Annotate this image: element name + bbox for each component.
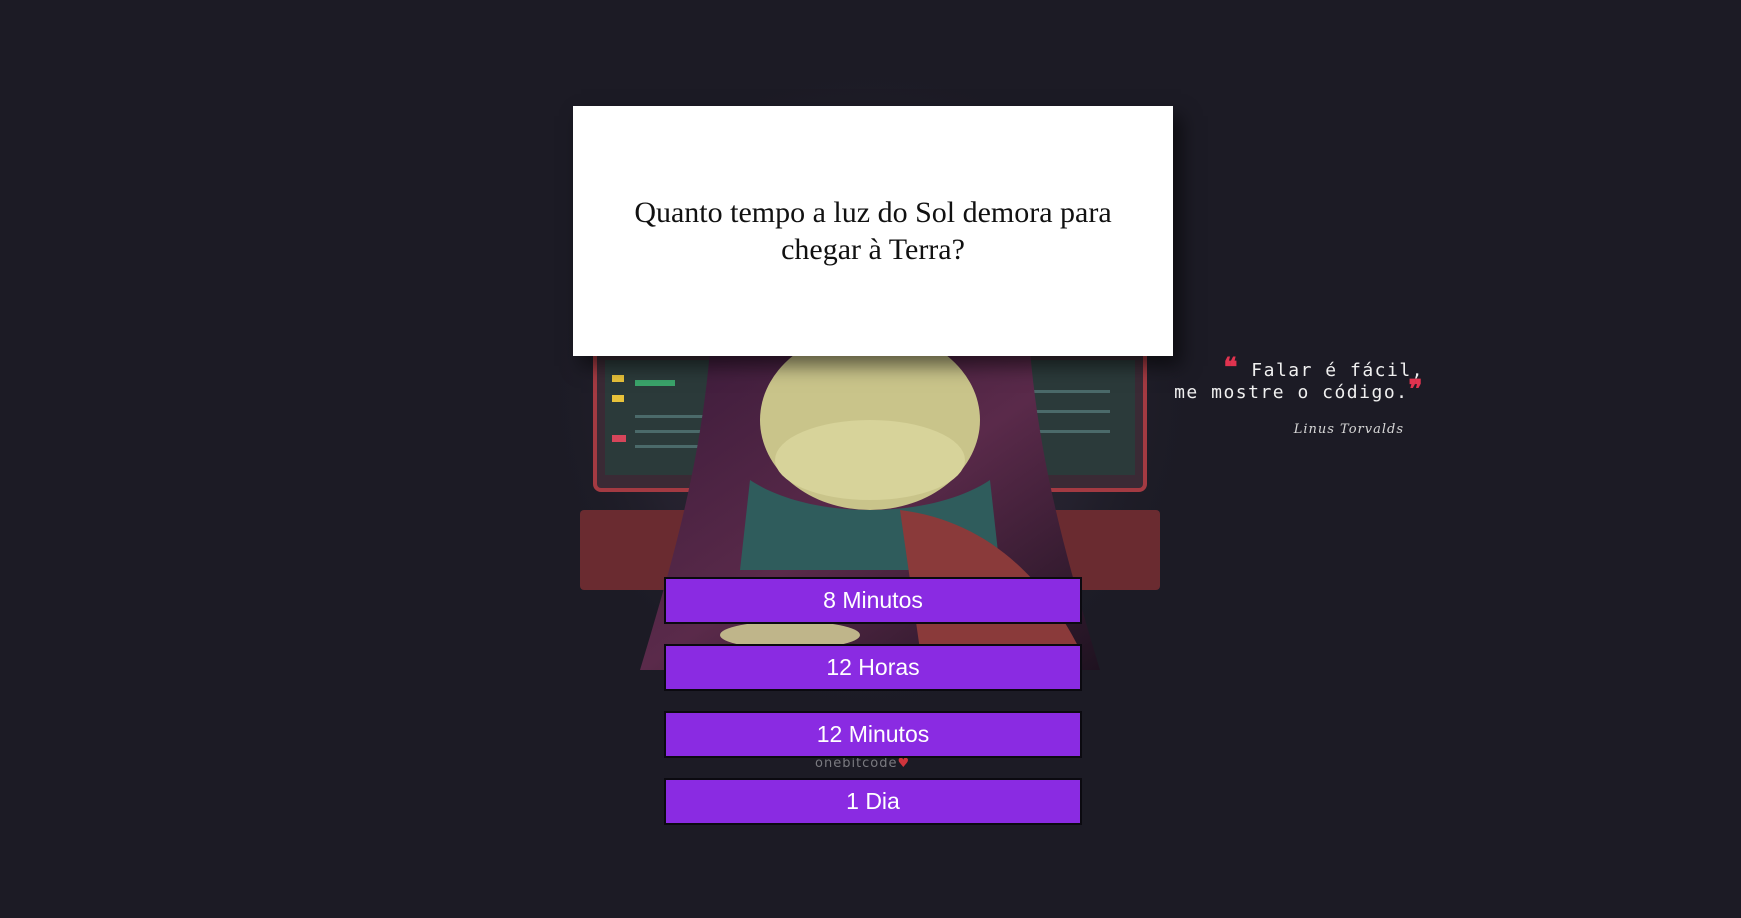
answer-list: 8 Minutos 12 Horas 12 Minutos 1 Dia [664, 577, 1082, 845]
quiz-page: Quanto tempo a luz do Sol demora para ch… [0, 0, 1741, 918]
question-text: Quanto tempo a luz do Sol demora para ch… [634, 196, 1112, 266]
quote-line-2: me mostre o código. [1174, 382, 1409, 403]
open-quote-icon: ❝ [1223, 353, 1239, 383]
quote-text: ❝ Falar é fácil, me mostre o código.❞ [1160, 355, 1424, 405]
answer-button-3[interactable]: 12 Minutos [664, 711, 1082, 758]
close-quote-icon: ❞ [1408, 375, 1424, 405]
quote-line-1: Falar é fácil, [1251, 360, 1424, 381]
quote-author: Linus Torvalds [1293, 422, 1404, 437]
answer-button-1[interactable]: 8 Minutos [664, 577, 1082, 624]
question-card: Quanto tempo a luz do Sol demora para ch… [573, 106, 1173, 356]
quote-block: ❝ Falar é fácil, me mostre o código.❞ Li… [1160, 355, 1424, 437]
answer-button-2[interactable]: 12 Horas [664, 644, 1082, 691]
answer-button-4[interactable]: 1 Dia [664, 778, 1082, 825]
